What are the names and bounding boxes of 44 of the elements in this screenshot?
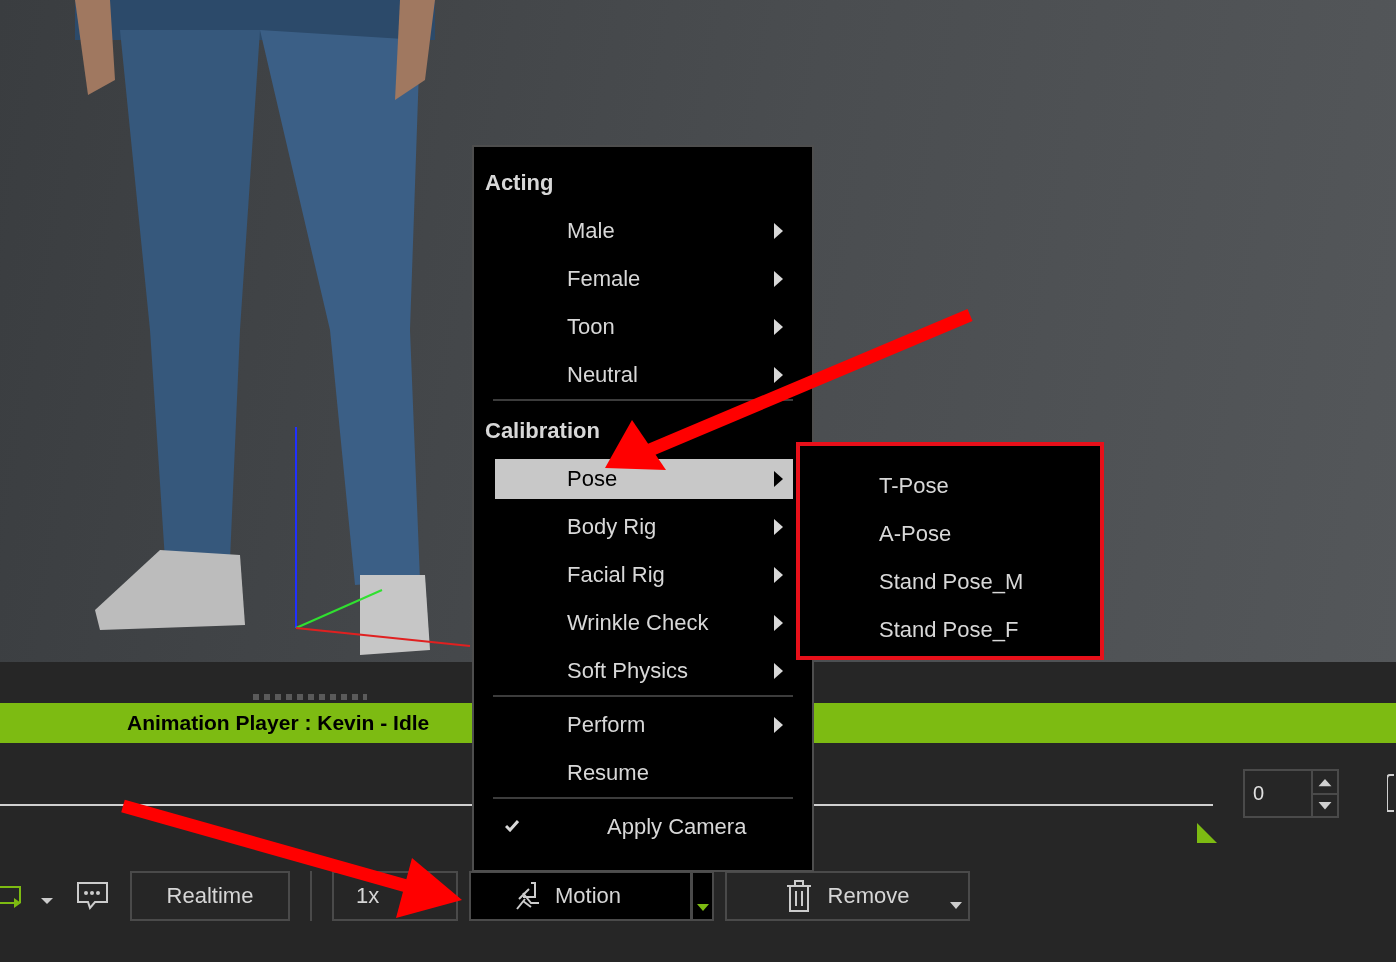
- panel-title: Animation Player : Kevin - Idle: [127, 711, 430, 735]
- submenu-arrow-icon: [774, 663, 783, 679]
- menu-item[interactable]: Toon: [495, 303, 793, 351]
- menu-item[interactable]: Pose: [495, 459, 793, 499]
- figure-icon[interactable]: [1387, 773, 1394, 813]
- trash-icon: [785, 880, 812, 912]
- menu-item[interactable]: Perform: [495, 701, 793, 749]
- comment-icon[interactable]: [76, 881, 110, 911]
- menu-item[interactable]: T-Pose: [879, 462, 1100, 510]
- submenu-arrow-icon: [774, 615, 783, 631]
- menu-item[interactable]: Soft Physics: [495, 647, 793, 695]
- menu-section-header: Calibration: [484, 417, 601, 445]
- menu-item[interactable]: Facial Rig: [495, 551, 793, 599]
- motion-button[interactable]: Motion: [469, 871, 692, 921]
- submenu-arrow-icon: [774, 319, 783, 335]
- submenu-arrow-icon: [774, 471, 783, 487]
- submenu-arrow-icon: [774, 567, 783, 583]
- submenu-arrow-icon: [774, 717, 783, 733]
- frame-field[interactable]: 0: [1243, 769, 1313, 818]
- drag-handle[interactable]: [253, 694, 367, 700]
- motion-dropdown-button[interactable]: [691, 871, 714, 921]
- submenu-arrow-icon: [774, 271, 783, 287]
- menu-item[interactable]: Female: [495, 255, 793, 303]
- menu-section-header: Acting: [484, 169, 555, 197]
- submenu-arrow-icon: [774, 519, 783, 535]
- caret-icon[interactable]: [950, 902, 962, 909]
- caret-icon[interactable]: [40, 897, 54, 905]
- menu-item[interactable]: Male: [495, 207, 793, 255]
- menu-item[interactable]: Body Rig: [495, 503, 793, 551]
- running-figure-icon: [513, 881, 541, 911]
- menu-item[interactable]: Stand Pose_M: [879, 558, 1100, 606]
- end-marker-icon[interactable]: [1197, 823, 1217, 843]
- menu-item[interactable]: Stand Pose_F: [879, 606, 1100, 654]
- menu-item[interactable]: A-Pose: [879, 510, 1100, 558]
- realtime-button[interactable]: Realtime: [130, 871, 290, 921]
- menu-item[interactable]: Resume: [495, 749, 793, 797]
- menu-item[interactable]: Wrinkle Check: [495, 599, 793, 647]
- menu-item[interactable]: Neutral: [495, 351, 793, 399]
- caret-icon: [696, 904, 709, 911]
- menu-item[interactable]: Apply Camera: [495, 803, 793, 851]
- submenu-arrow-icon: [774, 223, 783, 239]
- speed-value: 1x: [356, 883, 380, 909]
- remove-button[interactable]: Remove: [725, 871, 970, 921]
- submenu-arrow-icon: [774, 367, 783, 383]
